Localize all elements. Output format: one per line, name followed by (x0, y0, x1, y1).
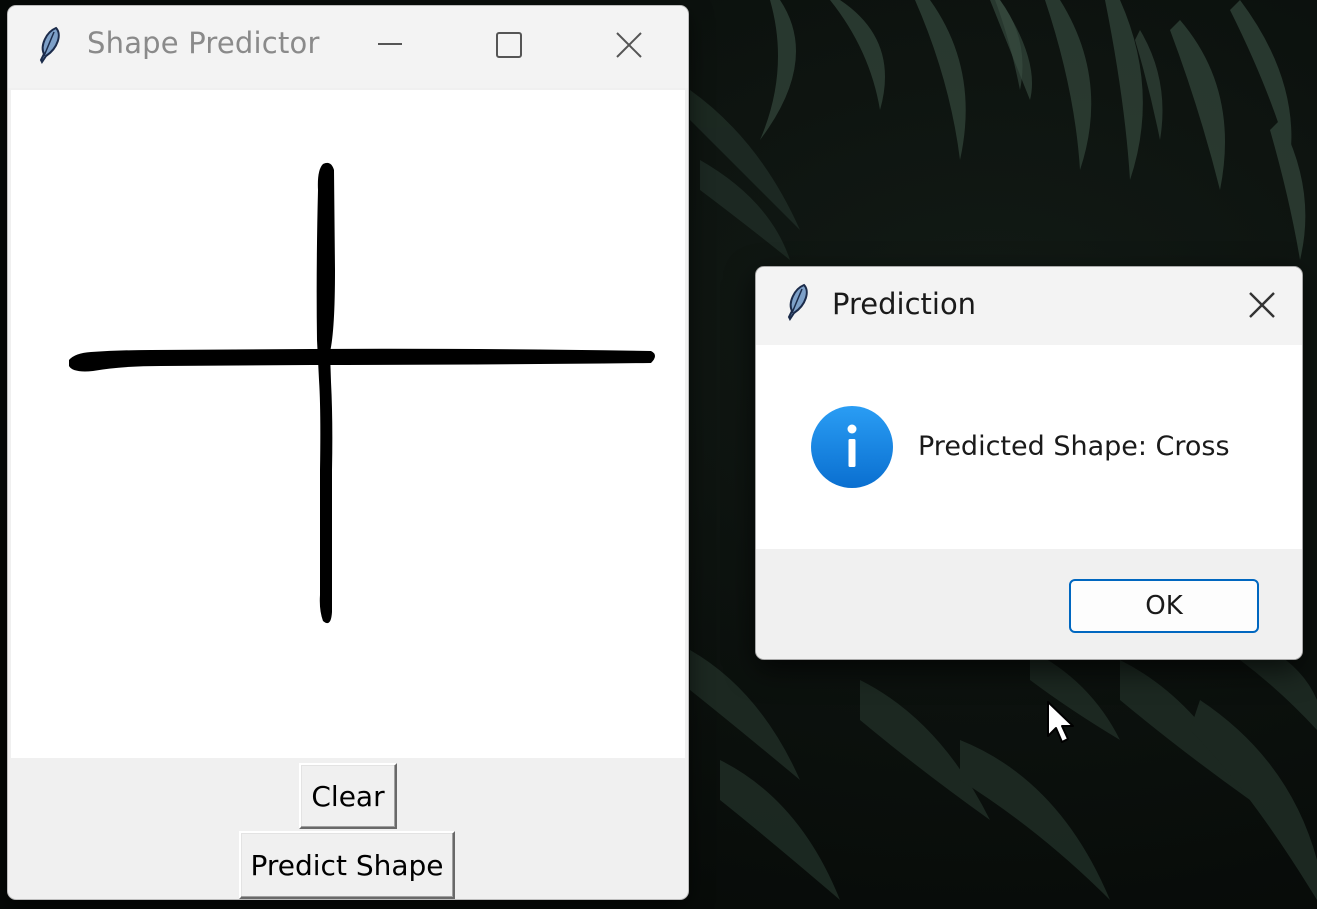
window-title: Shape Predictor (87, 26, 320, 60)
tk-feather-icon (39, 26, 60, 64)
maximize-button[interactable] (478, 20, 538, 70)
dialog-close-button[interactable] (1234, 281, 1290, 329)
predict-shape-button[interactable]: Predict Shape (239, 831, 455, 899)
shape-predictor-window: Shape Predictor Clear Predict Shape (8, 6, 688, 899)
minimize-icon (378, 43, 402, 45)
close-icon (616, 32, 642, 58)
dialog-title: Prediction (832, 287, 977, 321)
dialog-footer: OK (756, 549, 1302, 659)
ok-button[interactable]: OK (1069, 579, 1259, 633)
close-button[interactable] (598, 20, 658, 70)
prediction-message: Predicted Shape: Cross (918, 431, 1230, 462)
clear-button[interactable]: Clear (299, 763, 397, 829)
minimize-button[interactable] (360, 20, 420, 70)
prediction-dialog: Prediction Predicted Shape: Cross OK (756, 267, 1302, 659)
dialog-titlebar[interactable]: Prediction (756, 267, 1302, 345)
drawing-canvas[interactable] (11, 90, 685, 758)
tk-feather-icon (787, 283, 808, 321)
dialog-body: Predicted Shape: Cross (756, 345, 1302, 549)
mouse-cursor-icon (1047, 701, 1074, 743)
close-icon (1249, 292, 1275, 318)
main-titlebar[interactable]: Shape Predictor (8, 6, 688, 88)
maximize-icon (496, 32, 522, 58)
drawn-cross (69, 162, 655, 624)
info-icon (811, 406, 893, 488)
